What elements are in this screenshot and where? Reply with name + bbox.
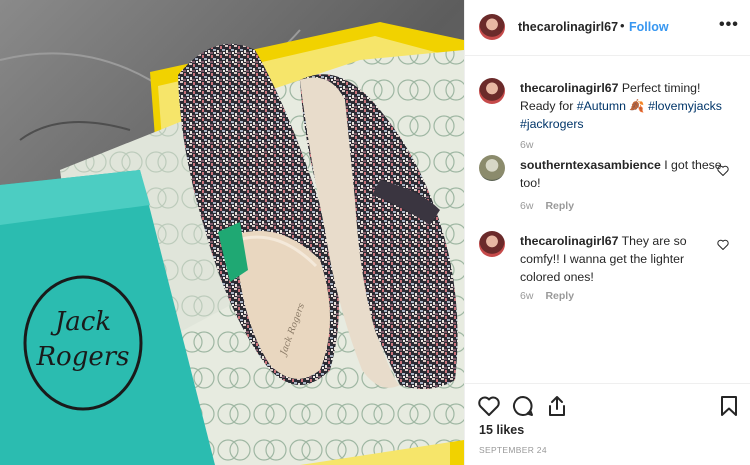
comment-bubble-icon[interactable] [511,394,535,418]
comment-text: thecarolinagirl67 They are so comfy!! I … [520,232,725,286]
post-date[interactable]: SEPTEMBER 24 [479,445,547,455]
logo-text-jack: Jack [50,307,111,337]
hashtag-autumn[interactable]: #Autumn [577,99,626,113]
reply-button[interactable]: Reply [545,290,574,302]
header-username[interactable]: thecarolinagirl67 [518,20,618,34]
post-actions: 15 likes SEPTEMBER 24 [465,383,750,465]
post-side-panel: thecarolinagirl67 • Follow ••• thecaroli… [464,0,750,465]
more-options-icon[interactable]: ••• [719,16,739,34]
comment-time[interactable]: 6w [520,290,533,302]
avatar[interactable] [479,14,505,40]
follow-button[interactable]: Follow [629,20,669,34]
header-separator: • [620,18,625,33]
share-upload-icon[interactable] [545,394,569,418]
caption-time[interactable]: 6w [520,139,533,151]
comment-time[interactable]: 6w [520,200,533,212]
like-count[interactable]: 15 likes [479,423,524,437]
avatar[interactable] [479,155,505,181]
post-header: thecarolinagirl67 • Follow ••• [465,0,750,56]
caption-username[interactable]: thecarolinagirl67 [520,81,618,95]
hashtag-jackrogers[interactable]: #jackrogers [520,117,584,131]
heart-icon[interactable] [717,165,729,176]
bookmark-icon[interactable] [717,394,741,418]
leaf-emoji: 🍂 [625,99,649,113]
shoe-box-photo: Jack Rogers Jack Rogers [0,0,464,465]
comment-text: southerntexasambience I got these too! [520,156,725,192]
post-photo[interactable]: Jack Rogers Jack Rogers [0,0,464,465]
logo-text-rogers: Rogers [35,342,129,372]
comment-username[interactable]: thecarolinagirl67 [520,234,618,248]
caption-text: thecarolinagirl67 Perfect timing! Ready … [520,79,725,133]
avatar[interactable] [479,231,505,257]
comment-meta: 6w Reply [520,290,574,302]
hashtag-lovemyjacks[interactable]: #lovemyjacks [648,99,722,113]
comment-meta: 6w Reply [520,200,574,212]
comment-username[interactable]: southerntexasambience [520,158,661,172]
heart-icon[interactable] [717,239,729,250]
avatar[interactable] [479,78,505,104]
heart-icon[interactable] [477,394,501,418]
caption-meta: 6w [520,139,533,151]
reply-button[interactable]: Reply [545,200,574,212]
